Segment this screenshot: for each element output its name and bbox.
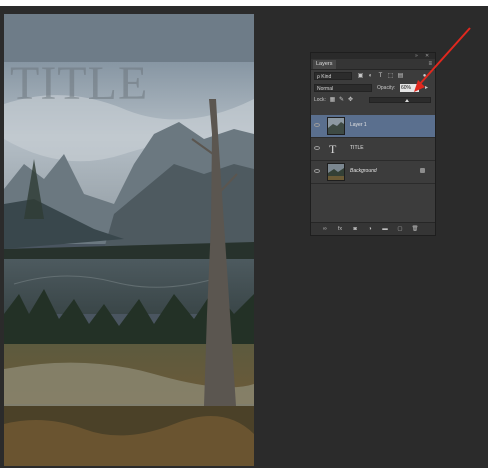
visibility-eye-icon[interactable] — [314, 146, 320, 150]
text-layer-icon: T — [329, 142, 337, 156]
filter-pixel-icon[interactable]: ▣ — [357, 73, 364, 80]
layer-thumbnail — [327, 163, 345, 181]
opacity-slider-thumb[interactable] — [405, 99, 409, 102]
fx-icon[interactable]: fx — [336, 225, 344, 233]
blend-mode-select[interactable]: Normal — [314, 84, 372, 92]
layer-name[interactable]: TITLE — [350, 145, 364, 152]
filter-toggle-icon[interactable]: ● — [421, 73, 428, 80]
layers-list: Layer 1 T TITLE Background — [311, 115, 435, 184]
lock-transparent-icon[interactable]: ▦ — [329, 97, 336, 104]
panel-menu-icon[interactable]: ≡ — [428, 60, 432, 69]
lock-label: Lock: — [314, 97, 326, 103]
lock-row: Lock: ▦ ✎ ✥ — [311, 94, 435, 106]
filter-smart-object-icon[interactable]: ▤ — [397, 73, 404, 80]
filter-kind-select[interactable]: ρ Kind — [314, 72, 352, 80]
opacity-label: Opacity: — [377, 85, 396, 91]
visibility-eye-icon[interactable] — [314, 169, 320, 173]
folder-icon[interactable]: ▬ — [381, 225, 389, 233]
new-layer-icon[interactable]: ▢ — [396, 225, 404, 233]
lock-icon[interactable] — [420, 168, 425, 173]
opacity-input[interactable]: 60% — [400, 84, 419, 92]
panel-footer: ∞ fx ◙ ◑ ▬ ▢ 🗑 — [311, 222, 435, 235]
document-canvas[interactable]: TITLE — [4, 14, 254, 466]
opacity-dropdown-icon[interactable]: ▸ — [423, 85, 430, 92]
mask-icon[interactable]: ◙ — [351, 225, 359, 233]
adjustment-icon[interactable]: ◑ — [366, 225, 374, 233]
opacity-slider[interactable] — [369, 97, 431, 103]
layers-panel: » ✕ Layers ≡ ρ Kind ▣ ◐ T ⬚ ▤ ● Normal O… — [310, 52, 436, 236]
visibility-eye-icon[interactable] — [314, 123, 320, 127]
layer-name[interactable]: Layer 1 — [350, 122, 367, 129]
tab-layers[interactable]: Layers — [313, 60, 336, 69]
layer-thumbnail — [327, 117, 345, 135]
filter-shape-icon[interactable]: ⬚ — [387, 73, 394, 80]
layer-row-layer-1[interactable]: Layer 1 — [311, 115, 435, 138]
document-title-text: TITLE — [10, 57, 149, 110]
layer-name[interactable]: Background — [350, 168, 377, 175]
filter-row: ρ Kind ▣ ◐ T ⬚ ▤ ● — [311, 70, 435, 82]
layer-row-background[interactable]: Background — [311, 161, 435, 184]
filter-type-icon[interactable]: T — [377, 73, 384, 80]
trash-icon[interactable]: 🗑 — [411, 225, 419, 233]
panel-header: Layers ≡ — [311, 59, 435, 70]
filter-adjustment-icon[interactable]: ◐ — [367, 73, 374, 80]
link-icon[interactable]: ∞ — [321, 225, 329, 233]
blend-opacity-row: Normal Opacity: 60% ▸ — [311, 82, 435, 94]
lock-move-icon[interactable]: ✥ — [347, 97, 354, 104]
layer-row-title[interactable]: T TITLE — [311, 138, 435, 161]
lock-brush-icon[interactable]: ✎ — [338, 97, 345, 104]
